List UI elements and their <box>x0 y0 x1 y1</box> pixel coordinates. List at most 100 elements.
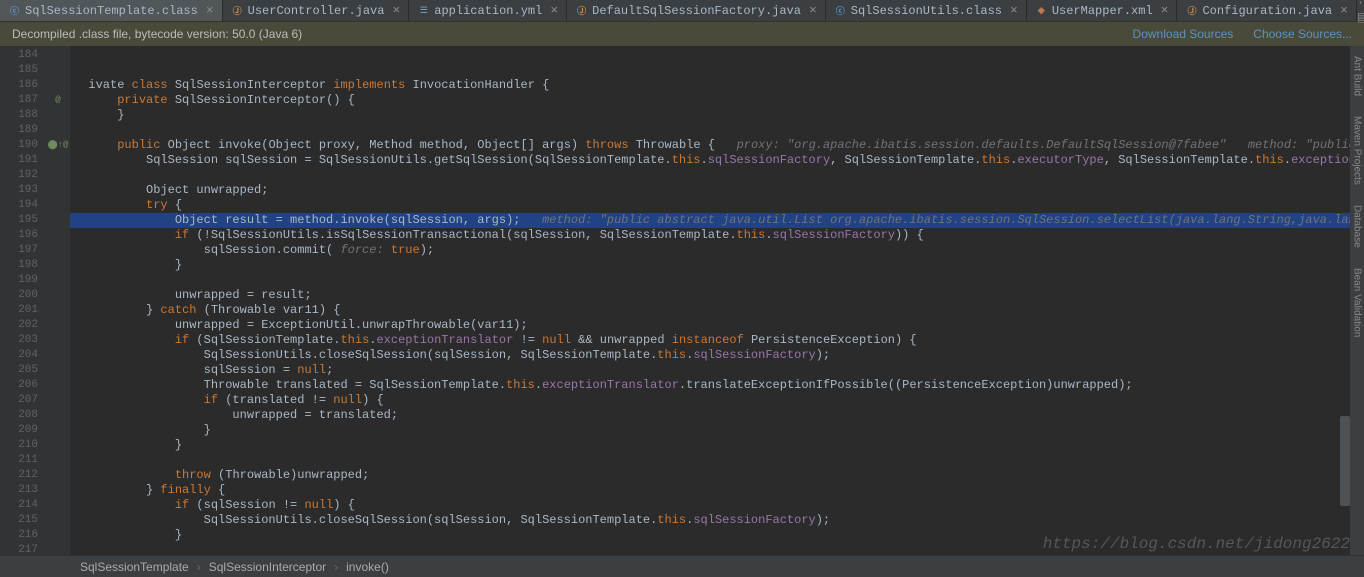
gutter-icon-row[interactable] <box>46 483 70 498</box>
line-number[interactable]: 188 <box>0 108 46 123</box>
line-number[interactable]: 193 <box>0 183 46 198</box>
line-number[interactable]: 194 <box>0 198 46 213</box>
code-editor[interactable]: ivate class SqlSessionInterceptor implem… <box>70 46 1364 555</box>
gutter-icon-strip[interactable]: @ ⬤↑@ <box>46 46 70 555</box>
code-line[interactable]: sqlSession = null; <box>70 363 1364 378</box>
line-number[interactable]: 196 <box>0 228 46 243</box>
close-icon[interactable]: × <box>550 3 558 18</box>
tab-application-yml[interactable]: ☰application.yml× <box>409 0 567 21</box>
download-sources-link[interactable]: Download Sources <box>1133 27 1234 41</box>
code-line[interactable]: sqlSession.commit( force: true); <box>70 243 1364 258</box>
code-line[interactable]: } <box>70 423 1364 438</box>
gutter-icon-row[interactable] <box>46 363 70 378</box>
tool-window-maven-projects[interactable]: Maven Projects <box>1352 116 1363 185</box>
gutter-icon-row[interactable] <box>46 78 70 93</box>
code-line[interactable]: } <box>70 258 1364 273</box>
gutter-icon-row[interactable] <box>46 468 70 483</box>
tab-sqlsessiontemplate-class[interactable]: ⓒSqlSessionTemplate.class× <box>0 0 223 21</box>
line-number[interactable]: 199 <box>0 273 46 288</box>
code-line[interactable]: if (sqlSession != null) { <box>70 498 1364 513</box>
line-number[interactable]: 216 <box>0 528 46 543</box>
gutter-icon-row[interactable] <box>46 333 70 348</box>
gutter-icon-row[interactable] <box>46 273 70 288</box>
gutter-icon-row[interactable] <box>46 543 70 558</box>
gutter-icon-row[interactable] <box>46 498 70 513</box>
code-line[interactable]: if (!SqlSessionUtils.isSqlSessionTransac… <box>70 228 1364 243</box>
gutter-icon-row[interactable] <box>46 63 70 78</box>
code-line[interactable]: Object result = method.invoke(sqlSession… <box>70 213 1364 228</box>
breadcrumb-item[interactable]: SqlSessionTemplate <box>80 560 189 574</box>
line-number[interactable]: 189 <box>0 123 46 138</box>
line-number[interactable]: 205 <box>0 363 46 378</box>
line-number[interactable]: 184 <box>0 48 46 63</box>
breadcrumb-item[interactable]: SqlSessionInterceptor <box>209 560 326 574</box>
gutter-icon-row[interactable] <box>46 408 70 423</box>
line-number[interactable]: 215 <box>0 513 46 528</box>
gutter-icon-row[interactable] <box>46 108 70 123</box>
line-number[interactable]: 207 <box>0 393 46 408</box>
line-number[interactable]: 195 <box>0 213 46 228</box>
line-number[interactable]: 206 <box>0 378 46 393</box>
line-number[interactable]: 209 <box>0 423 46 438</box>
gutter-icon-row[interactable] <box>46 318 70 333</box>
tabs-overflow-button[interactable]: ··· ▤ <box>1357 0 1364 25</box>
tab-usermapper-xml[interactable]: ◈UserMapper.xml× <box>1027 0 1178 21</box>
code-line[interactable] <box>70 453 1364 468</box>
code-line[interactable]: } <box>70 528 1364 543</box>
line-number[interactable]: 200 <box>0 288 46 303</box>
gutter-icon-row[interactable] <box>46 453 70 468</box>
close-icon[interactable]: × <box>1161 3 1169 18</box>
code-line[interactable]: } catch (Throwable var11) { <box>70 303 1364 318</box>
code-line[interactable]: } <box>70 438 1364 453</box>
code-line[interactable]: SqlSessionUtils.closeSqlSession(sqlSessi… <box>70 513 1364 528</box>
line-number[interactable]: 208 <box>0 408 46 423</box>
line-number[interactable]: 213 <box>0 483 46 498</box>
line-number[interactable]: 202 <box>0 318 46 333</box>
code-line[interactable] <box>70 123 1364 138</box>
code-line[interactable]: throw (Throwable)unwrapped; <box>70 468 1364 483</box>
line-number[interactable]: 197 <box>0 243 46 258</box>
line-number[interactable]: 201 <box>0 303 46 318</box>
gutter-marker-icon[interactable]: ⬤↑@ <box>48 138 69 153</box>
gutter-icon-row[interactable] <box>46 198 70 213</box>
vertical-scrollbar[interactable] <box>1340 416 1350 506</box>
gutter-icon-row[interactable] <box>46 513 70 528</box>
line-number[interactable]: 192 <box>0 168 46 183</box>
line-number[interactable]: 191 <box>0 153 46 168</box>
gutter-icon-row[interactable] <box>46 183 70 198</box>
code-line[interactable]: private SqlSessionInterceptor() { <box>70 93 1364 108</box>
code-line[interactable]: unwrapped = translated; <box>70 408 1364 423</box>
close-icon[interactable]: × <box>1010 3 1018 18</box>
line-number[interactable]: 217 <box>0 543 46 558</box>
line-number[interactable]: 210 <box>0 438 46 453</box>
code-line[interactable]: Throwable translated = SqlSessionTemplat… <box>70 378 1364 393</box>
gutter-icon-row[interactable] <box>46 438 70 453</box>
line-number[interactable]: 186 <box>0 78 46 93</box>
gutter-icon-row[interactable] <box>46 303 70 318</box>
gutter-icon-row[interactable] <box>46 348 70 363</box>
gutter-icon-row[interactable] <box>46 153 70 168</box>
tab-configuration-java[interactable]: ⒿConfiguration.java× <box>1177 0 1356 21</box>
gutter-icon-row[interactable]: ⬤↑@ <box>46 138 70 153</box>
code-line[interactable]: if (SqlSessionTemplate.this.exceptionTra… <box>70 333 1364 348</box>
tool-window-bean-validation[interactable]: Bean Validation <box>1352 268 1363 337</box>
code-line[interactable]: } <box>70 108 1364 123</box>
line-number-gutter[interactable]: 1841851861871881891901911921931941951961… <box>0 46 46 555</box>
gutter-icon-row[interactable] <box>46 48 70 63</box>
line-number[interactable]: 185 <box>0 63 46 78</box>
code-line[interactable]: ivate class SqlSessionInterceptor implem… <box>70 78 1364 93</box>
breadcrumb-item[interactable]: invoke() <box>346 560 389 574</box>
line-number[interactable]: 190 <box>0 138 46 153</box>
gutter-icon-row[interactable] <box>46 123 70 138</box>
line-number[interactable]: 214 <box>0 498 46 513</box>
code-line[interactable]: if (translated != null) { <box>70 393 1364 408</box>
tool-window-database[interactable]: Database <box>1352 205 1363 248</box>
gutter-marker-icon[interactable]: @ <box>55 93 60 108</box>
code-line[interactable]: public Object invoke(Object proxy, Metho… <box>70 138 1364 153</box>
tab-defaultsqlsessionfactory-java[interactable]: ⒿDefaultSqlSessionFactory.java× <box>567 0 826 21</box>
gutter-icon-row[interactable] <box>46 423 70 438</box>
code-line[interactable]: SqlSession sqlSession = SqlSessionUtils.… <box>70 153 1364 168</box>
close-icon[interactable]: × <box>206 3 214 18</box>
gutter-icon-row[interactable] <box>46 528 70 543</box>
choose-sources-link[interactable]: Choose Sources... <box>1253 27 1352 41</box>
